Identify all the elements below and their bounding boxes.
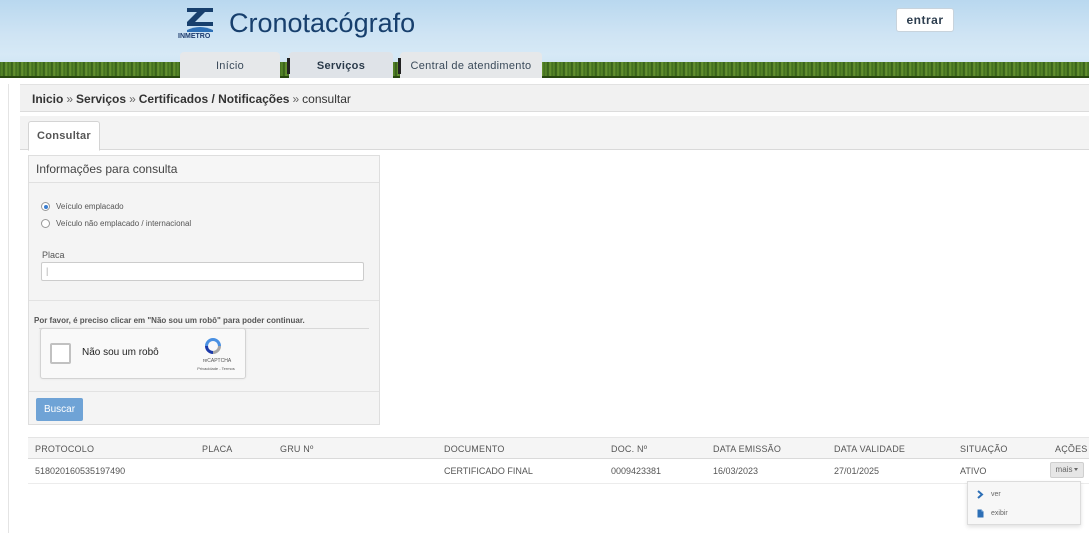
- menu-item-label: exibir: [991, 510, 1008, 517]
- placa-label: Placa: [42, 250, 65, 260]
- radio-button-icon[interactable]: [41, 202, 50, 211]
- radio-veiculo-nao-emplacado[interactable]: Veículo não emplacado / internacional: [41, 219, 191, 228]
- nav-tab-servicos[interactable]: Serviços: [287, 52, 393, 78]
- panel-title: Informações para consulta: [29, 156, 379, 183]
- caret-down-icon: [1074, 468, 1079, 472]
- recaptcha-checkbox[interactable]: [50, 343, 71, 364]
- nav-tab-label: Serviços: [316, 60, 366, 72]
- nav-tab-label: Início: [215, 60, 245, 72]
- breadcrumb-separator: »: [129, 92, 136, 106]
- radio-label: Veículo emplacado: [56, 202, 124, 211]
- breadcrumb-current: consultar: [302, 92, 351, 106]
- nav-tab-inicio[interactable]: Início: [180, 52, 280, 78]
- panel-divider: [29, 300, 379, 301]
- consulta-form-panel: Informações para consulta Veículo emplac…: [28, 155, 380, 425]
- recaptcha-links[interactable]: Privacidade - Termos: [186, 366, 246, 371]
- th-documento: DOCUMENTO: [444, 444, 505, 454]
- th-situacao: SITUAÇÃO: [960, 444, 1008, 454]
- menu-item-label: ver: [991, 491, 1001, 498]
- tab-strip: [20, 116, 1089, 150]
- th-placa: PLACA: [202, 444, 233, 454]
- actions-dropdown-menu: ver exibir: [967, 481, 1081, 525]
- breadcrumb-item-inicio[interactable]: Inicio: [32, 92, 63, 106]
- th-protocolo: PROTOCOLO: [35, 444, 95, 454]
- recaptcha-brand: reCAPTCHA: [202, 358, 232, 364]
- mais-dropdown-button[interactable]: mais: [1050, 462, 1084, 478]
- tab-separator: [287, 58, 290, 74]
- chevron-right-icon: [977, 490, 984, 499]
- recaptcha-widget: Não sou um robô reCAPTCHA Privacidade - …: [40, 328, 246, 379]
- document-icon: [977, 509, 984, 518]
- nav-tab-central-atendimento[interactable]: Central de atendimento: [398, 52, 542, 78]
- breadcrumb-separator: »: [66, 92, 74, 106]
- robot-instruction: Por favor, é preciso clicar em "Não sou …: [34, 316, 305, 325]
- radio-veiculo-emplacado[interactable]: Veículo emplacado: [41, 202, 124, 211]
- cell-doc-n: 0009423381: [611, 466, 662, 476]
- logo-label: INMETRO: [178, 33, 211, 40]
- nav-tab-label: Central de atendimento: [410, 60, 532, 72]
- th-gru: GRU Nº: [280, 444, 314, 454]
- menu-item-ver[interactable]: ver: [976, 490, 1001, 499]
- mais-label: mais: [1055, 465, 1073, 474]
- th-acoes: AÇÕES: [1055, 444, 1088, 454]
- cell-data-validade: 27/01/2025: [834, 466, 880, 476]
- panel-divider: [29, 391, 379, 392]
- breadcrumb-separator: »: [292, 92, 300, 106]
- login-button[interactable]: entrar: [896, 8, 954, 32]
- buscar-button[interactable]: Buscar: [36, 398, 83, 421]
- cell-documento: CERTIFICADO FINAL: [444, 466, 533, 476]
- recaptcha-label: Não sou um robô: [82, 347, 159, 358]
- radio-button-icon[interactable]: [41, 219, 50, 228]
- breadcrumb-item-certificados[interactable]: Certificados / Notificações: [139, 92, 290, 106]
- row-divider: [28, 483, 1089, 484]
- placa-input[interactable]: |: [41, 262, 364, 281]
- left-divider: [8, 84, 9, 533]
- results-table-header: [28, 437, 1089, 459]
- tab-separator: [398, 58, 401, 74]
- th-data-emissao: DATA EMISSÃO: [713, 444, 782, 454]
- app-title[interactable]: Cronotacógrafo: [229, 8, 415, 39]
- menu-item-exibir[interactable]: exibir: [976, 509, 1008, 518]
- inmetro-logo-icon[interactable]: [178, 6, 222, 46]
- cell-data-emissao: 16/03/2023: [713, 466, 759, 476]
- tab-consultar[interactable]: Consultar: [28, 121, 100, 151]
- cell-situacao: ATIVO: [960, 466, 987, 476]
- th-data-validade: DATA VALIDADE: [834, 444, 906, 454]
- breadcrumb-item-servicos[interactable]: Serviços: [76, 92, 126, 106]
- breadcrumb-bar: Inicio» Serviços» Certificados / Notificaç…: [20, 84, 1089, 112]
- cell-protocolo: 518020160535197490: [35, 466, 126, 476]
- header-grass-banner: [0, 62, 1089, 78]
- recaptcha-logo-icon: [205, 338, 221, 354]
- th-doc-n: DOC. Nº: [611, 444, 648, 454]
- text-cursor: |: [46, 266, 49, 276]
- breadcrumb: Inicio» Serviços» Certificados / Notificaç…: [32, 92, 351, 106]
- radio-label: Veículo não emplacado / internacional: [56, 219, 192, 228]
